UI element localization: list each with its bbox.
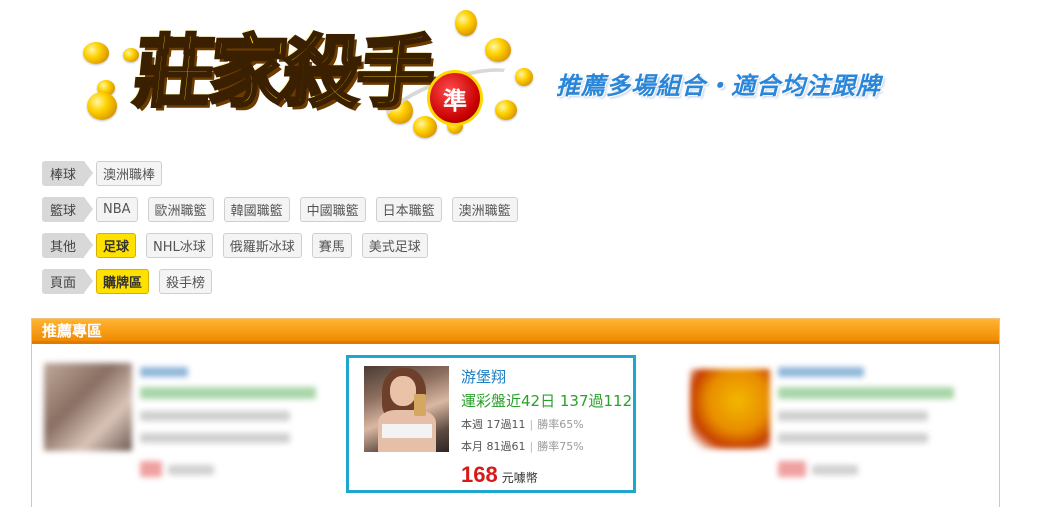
month-record: 本月 81過61 bbox=[461, 440, 526, 453]
filter-option[interactable]: 澳洲職棒 bbox=[96, 160, 163, 186]
filter-category: 其他 bbox=[42, 232, 93, 258]
recommend-panel: 推薦專區 游堡翔 運彩盤近42日 137過112 本週 17過11 | 勝率65% … bbox=[31, 318, 1000, 507]
week-record: 本週 17過11 bbox=[461, 418, 526, 431]
recommend-card-blurred[interactable] bbox=[42, 355, 332, 493]
slogan: 推薦多場組合・適合均注跟牌 bbox=[556, 72, 881, 100]
price: 168 元噱幣 bbox=[461, 462, 538, 488]
expert-avatar bbox=[364, 366, 449, 452]
filter-nav: 棒球 澳洲職棒 籃球 NBA 歐洲職籃 韓國職籃 中國職籃 日本職籃 澳洲職籃 … bbox=[42, 155, 528, 299]
recommend-card-featured[interactable]: 游堡翔 運彩盤近42日 137過112 本週 17過11 | 勝率65% 本月 81… bbox=[346, 355, 636, 493]
filter-option[interactable]: 韓國職籃 bbox=[223, 196, 290, 222]
expert-record: 運彩盤近42日 137過112 bbox=[461, 392, 633, 410]
filter-option[interactable]: NBA bbox=[96, 196, 138, 222]
banner: 莊家殺手 準 推薦多場組合・適合均注跟牌 bbox=[0, 0, 1050, 153]
logo-text: 莊家殺手 bbox=[129, 26, 438, 120]
filter-option[interactable]: 日本職籃 bbox=[375, 196, 442, 222]
filter-option[interactable]: NHL冰球 bbox=[146, 232, 213, 258]
filter-option[interactable]: 澳洲職籃 bbox=[451, 196, 518, 222]
week-rate: 勝率65% bbox=[537, 418, 584, 431]
week-stat: 本週 17過11 | 勝率65% bbox=[461, 418, 584, 431]
site-logo[interactable]: 莊家殺手 準 bbox=[75, 8, 535, 153]
filter-row-page: 頁面 購牌區 殺手榜 bbox=[42, 263, 528, 299]
price-unit: 元噱幣 bbox=[501, 471, 538, 485]
filter-row-basketball: 籃球 NBA 歐洲職籃 韓國職籃 中國職籃 日本職籃 澳洲職籃 bbox=[42, 191, 528, 227]
filter-category: 頁面 bbox=[42, 268, 93, 294]
filter-option[interactable]: 歐洲職籃 bbox=[147, 196, 214, 222]
filter-option[interactable]: 美式足球 bbox=[361, 232, 428, 258]
filter-option[interactable]: 賽馬 bbox=[311, 232, 352, 258]
filter-row-baseball: 棒球 澳洲職棒 bbox=[42, 155, 528, 191]
filter-option-active[interactable]: 足球 bbox=[96, 232, 137, 258]
filter-option[interactable]: 中國職籃 bbox=[299, 196, 366, 222]
recommend-card-blurred[interactable] bbox=[684, 355, 974, 493]
panel-title: 推薦專區 bbox=[32, 319, 999, 344]
filter-option[interactable]: 殺手榜 bbox=[159, 268, 213, 294]
filter-option-active[interactable]: 購牌區 bbox=[96, 268, 150, 294]
filter-category: 籃球 bbox=[42, 196, 93, 222]
month-stat: 本月 81過61 | 勝率75% bbox=[461, 440, 584, 453]
filter-row-other: 其他 足球 NHL冰球 俄羅斯冰球 賽馬 美式足球 bbox=[42, 227, 528, 263]
logo-badge: 準 bbox=[427, 70, 483, 126]
filter-category: 棒球 bbox=[42, 160, 93, 186]
price-value: 168 bbox=[461, 462, 498, 487]
filter-option[interactable]: 俄羅斯冰球 bbox=[222, 232, 302, 258]
month-rate: 勝率75% bbox=[537, 440, 584, 453]
expert-name[interactable]: 游堡翔 bbox=[461, 366, 506, 387]
